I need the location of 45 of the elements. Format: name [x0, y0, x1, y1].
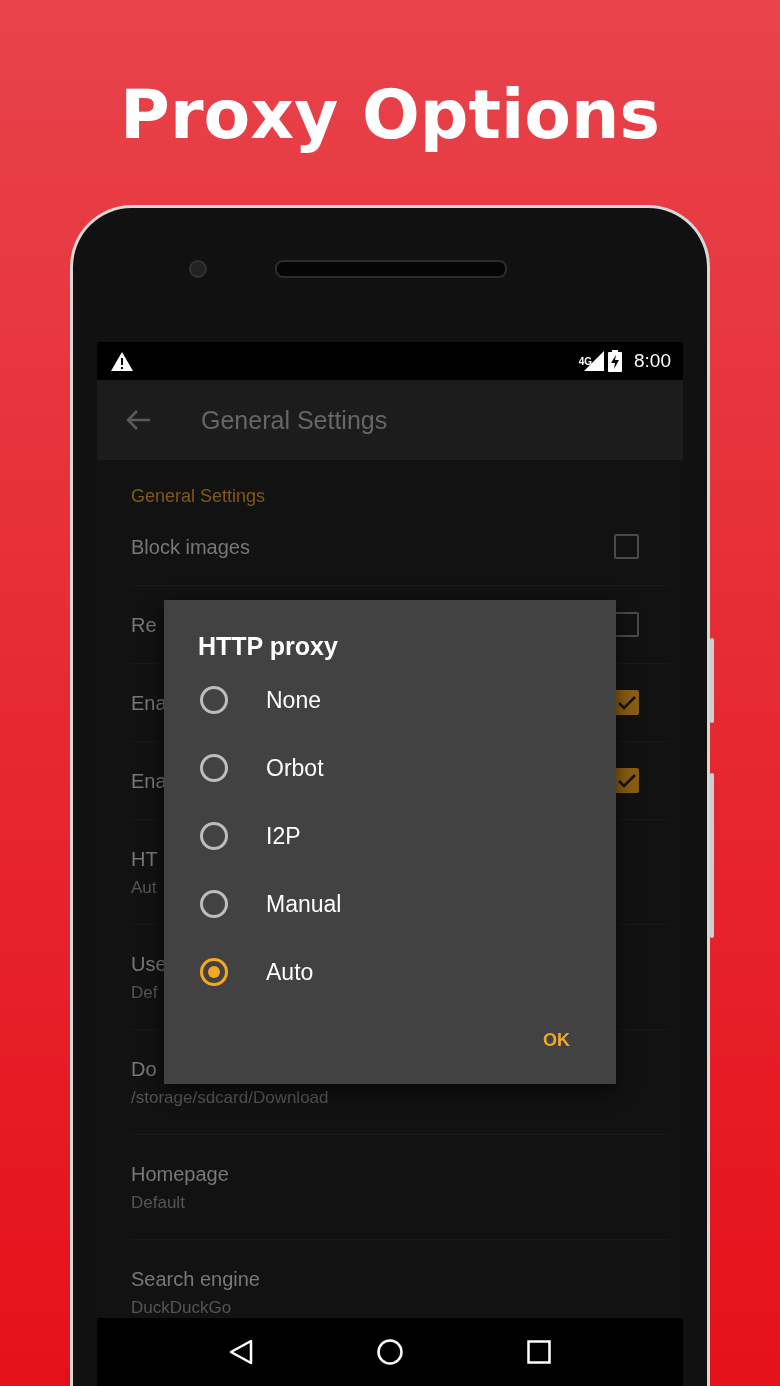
radio-button[interactable] — [200, 958, 228, 986]
settings-row[interactable]: Homepage Default — [131, 1135, 669, 1240]
clock: 8:00 — [634, 350, 671, 372]
setting-title: Block images — [131, 534, 250, 560]
settings-row[interactable]: Block images — [131, 508, 669, 586]
setting-value: Default — [131, 1192, 185, 1214]
option-label: I2P — [266, 822, 301, 850]
radio-button[interactable] — [200, 754, 228, 782]
checkbox[interactable] — [614, 768, 639, 793]
radio-button[interactable] — [200, 890, 228, 918]
radio-button[interactable] — [200, 686, 228, 714]
promo-title: Proxy Options — [120, 74, 660, 156]
ok-button[interactable]: OK — [533, 1022, 580, 1058]
back-arrow-icon[interactable] — [125, 409, 151, 431]
radio-option[interactable]: None — [164, 666, 616, 734]
checkbox[interactable] — [614, 690, 639, 715]
setting-title: Re — [131, 612, 157, 638]
radio-button[interactable] — [200, 822, 228, 850]
setting-value: DuckDuckGo — [131, 1297, 232, 1318]
toolbar-title: General Settings — [201, 405, 388, 435]
dialog-title: HTTP proxy — [197, 631, 339, 662]
radio-option[interactable]: Manual — [164, 870, 616, 938]
setting-title: HT — [131, 847, 158, 872]
setting-title: Homepage — [131, 1162, 229, 1187]
radio-option[interactable]: Orbot — [164, 734, 616, 802]
back-icon[interactable] — [229, 1339, 253, 1365]
option-label: Manual — [266, 890, 342, 918]
option-label: None — [266, 686, 321, 714]
warning-icon — [111, 351, 133, 371]
setting-value: Aut — [131, 877, 157, 899]
setting-value: /storage/sdcard/Download — [131, 1087, 329, 1109]
option-label: Orbot — [266, 754, 324, 782]
option-label: Auto — [266, 958, 314, 986]
setting-title: Do — [131, 1057, 157, 1082]
home-icon[interactable] — [377, 1339, 403, 1365]
battery-icon — [608, 350, 622, 372]
checkbox[interactable] — [614, 534, 639, 559]
setting-title: Search engine — [131, 1267, 260, 1292]
network-label: 4G — [578, 356, 592, 367]
radio-option[interactable]: Auto — [164, 938, 616, 1006]
camera-icon — [189, 260, 207, 278]
setting-value: Def — [131, 982, 158, 1004]
radio-option[interactable]: I2P — [164, 802, 616, 870]
recents-icon[interactable] — [527, 1340, 551, 1364]
section-header: General Settings — [131, 485, 267, 508]
